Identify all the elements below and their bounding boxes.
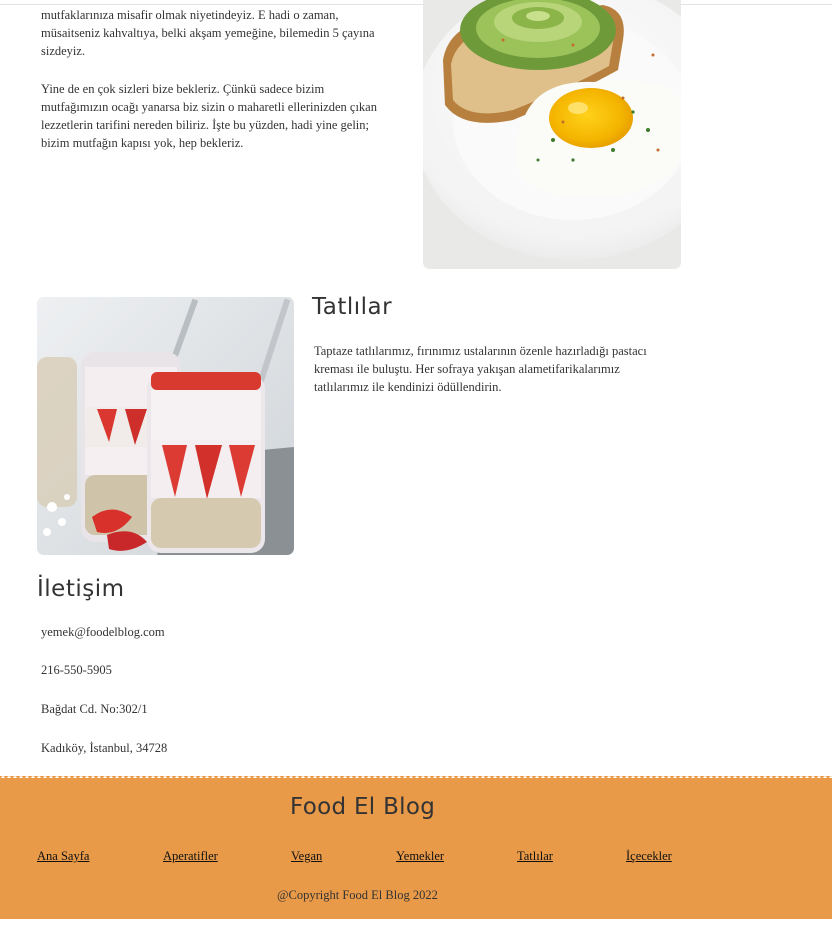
avocado-toast-photo xyxy=(423,0,681,269)
contact-title: İletişim xyxy=(37,576,125,602)
desserts-title: Tatlılar xyxy=(312,294,393,320)
contact-address-line-2: Kadıköy, İstanbul, 34728 xyxy=(41,741,168,755)
footer-nav-yemekler[interactable]: Yemekler xyxy=(396,849,444,864)
yogurt-parfait-photo xyxy=(37,297,294,555)
footer-copyright: @Copyright Food El Blog 2022 xyxy=(277,888,438,902)
about-paragraph-1: mutfaklarınıza misafir olmak niyetindeyi… xyxy=(41,8,375,58)
footer-decorative-edge xyxy=(0,776,832,778)
about-paragraph-2: Yine de en çok sizleri bize bekleriz. Çü… xyxy=(41,82,377,150)
contact-email: yemek@foodelblog.com xyxy=(41,625,165,639)
footer-nav-icecekler[interactable]: İçecekler xyxy=(626,849,672,864)
contact-phone: 216-550-5905 xyxy=(41,663,112,677)
site-footer: Food El Blog Ana Sayfa Aperatifler Vegan… xyxy=(0,776,832,919)
footer-nav-aperatifler[interactable]: Aperatifler xyxy=(163,849,218,864)
footer-nav-ana-sayfa[interactable]: Ana Sayfa xyxy=(37,849,89,864)
footer-nav-tatlilar[interactable]: Tatlılar xyxy=(517,849,553,864)
footer-nav-vegan[interactable]: Vegan xyxy=(291,849,322,864)
contact-address-line-1: Bağdat Cd. No:302/1 xyxy=(41,702,148,716)
footer-brand: Food El Blog xyxy=(290,794,436,820)
desserts-text: Taptaze tatlılarımız, fırınımız ustaları… xyxy=(314,344,647,394)
top-divider xyxy=(0,4,832,5)
